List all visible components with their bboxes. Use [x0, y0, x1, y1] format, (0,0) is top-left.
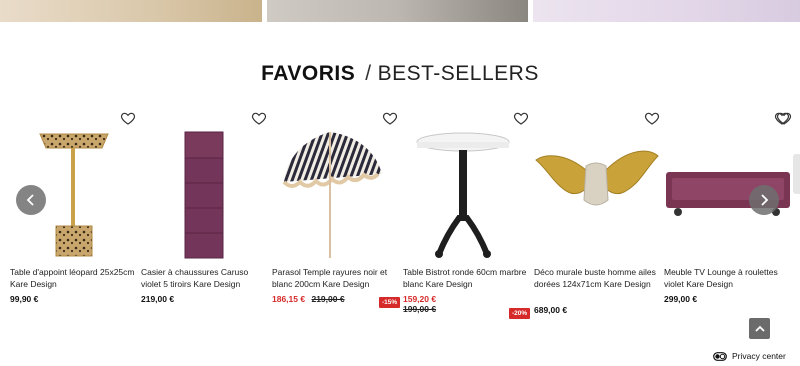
privacy-center-label[interactable]: Privacy center	[732, 351, 786, 361]
chevron-right-icon	[761, 194, 769, 206]
product-price: 689,00 €	[534, 305, 568, 315]
title-best-sellers[interactable]: BEST-SELLERS	[378, 62, 539, 85]
scroll-to-top-button[interactable]	[749, 318, 770, 339]
product-old-price: 219,00 €	[311, 294, 345, 304]
heart-outline-icon[interactable]	[776, 110, 792, 126]
section-title: FAVORIS / BEST-SELLERS	[0, 62, 800, 86]
product-price: 99,90 €	[10, 294, 39, 304]
chevron-left-icon	[26, 194, 34, 206]
product-image[interactable]	[534, 126, 660, 261]
category-banners	[0, 0, 800, 22]
product-image[interactable]	[403, 126, 529, 261]
product-sale-price: 159,20 €	[403, 294, 437, 304]
product-card[interactable]: Déco murale buste homme ailes dorées 124…	[534, 104, 660, 329]
privacy-center-link[interactable]: Privacy center	[713, 351, 786, 361]
product-name[interactable]: Casier à chaussures Caruso violet 5 tiro…	[141, 266, 267, 290]
discount-badge: -15%	[379, 297, 401, 308]
chevron-up-icon	[754, 325, 765, 332]
product-prices: 299,00 €	[664, 294, 790, 304]
product-card[interactable]: Meuble TV Lounge à roulettes violet Kare…	[664, 104, 790, 329]
category-banner[interactable]	[0, 0, 262, 22]
product-carousel: Table d'appoint léopard 25x25cm Kare Des…	[0, 104, 800, 329]
product-name[interactable]: Meuble TV Lounge à roulettes violet Kare…	[664, 266, 790, 290]
product-card[interactable]: Table Bistrot ronde 60cm marbre blanc Ka…	[403, 104, 529, 329]
product-prices: 689,00 €	[534, 305, 660, 315]
category-banner[interactable]	[267, 0, 528, 22]
product-card[interactable]: Parasol Temple rayures noir et blanc 200…	[272, 104, 398, 329]
product-name[interactable]: Déco murale buste homme ailes dorées 124…	[534, 266, 660, 290]
heart-outline-icon[interactable]	[382, 110, 398, 126]
carousel-prev-button[interactable]	[16, 185, 46, 215]
carousel-next-button[interactable]	[749, 185, 779, 215]
product-card[interactable]: Table d'appoint léopard 25x25cm Kare Des…	[10, 104, 136, 329]
heart-outline-icon[interactable]	[251, 110, 267, 126]
product-card[interactable]: Casier à chaussures Caruso violet 5 tiro…	[141, 104, 267, 329]
heart-outline-icon[interactable]	[644, 110, 660, 126]
heart-outline-icon[interactable]	[120, 110, 136, 126]
product-name[interactable]: Table Bistrot ronde 60cm marbre blanc Ka…	[403, 266, 529, 290]
category-banner[interactable]	[533, 0, 800, 22]
discount-badge: -20%	[509, 308, 531, 319]
product-prices: 219,00 €	[141, 294, 267, 304]
product-image[interactable]	[272, 126, 398, 261]
product-image[interactable]	[141, 126, 267, 261]
heart-outline-icon[interactable]	[513, 110, 529, 126]
product-price: 219,00 €	[141, 294, 175, 304]
product-price: 299,00 €	[664, 294, 698, 304]
product-name[interactable]: Parasol Temple rayures noir et blanc 200…	[272, 266, 398, 290]
product-prices: 99,90 €	[10, 294, 136, 304]
product-name[interactable]: Table d'appoint léopard 25x25cm Kare Des…	[10, 266, 136, 290]
product-sale-price: 186,15 €	[272, 294, 306, 304]
side-tab[interactable]	[793, 154, 800, 194]
title-separator: /	[365, 62, 372, 85]
privacy-toggle-icon	[713, 351, 727, 361]
title-favoris[interactable]: FAVORIS	[261, 62, 355, 85]
